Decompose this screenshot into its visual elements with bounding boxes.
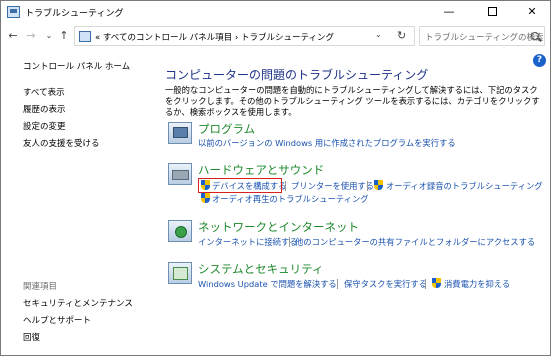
task-audio-playback[interactable]: オーディオ再生のトラブルシューティング <box>212 193 369 205</box>
sidebar-link-change-settings[interactable]: 設定の変更 <box>23 120 66 132</box>
task-windows-update[interactable]: Windows Update で問題を解決する <box>198 278 337 290</box>
globe-icon <box>175 226 187 238</box>
sidebar-link-recovery[interactable]: 回復 <box>23 331 40 343</box>
admin-shield-icon <box>201 193 210 204</box>
sidebar-link-get-help-from-friend[interactable]: 友人の支援を受ける <box>23 137 100 149</box>
separator <box>367 181 368 191</box>
sidebar-link-control-panel-home[interactable]: コントロール パネル ホーム <box>23 60 130 72</box>
separator <box>285 181 286 191</box>
sidebar-link-show-all[interactable]: すべて表示 <box>23 86 65 98</box>
control-panel-icon <box>79 31 91 42</box>
title-bar[interactable]: トラブルシューティング — ✕ <box>1 1 550 23</box>
search-placeholder: トラブルシューティングの検索 <box>425 33 544 43</box>
search-icon[interactable] <box>531 32 539 40</box>
task-use-printer[interactable]: プリンターを使用する <box>291 180 374 192</box>
control-panel-icon <box>7 6 20 18</box>
minimize-button[interactable]: — <box>432 1 466 23</box>
related-heading: 関連項目 <box>23 282 58 292</box>
sidebar-link-help-support[interactable]: ヘルプとサポート <box>23 314 91 326</box>
help-button[interactable]: ? <box>533 54 546 67</box>
page-description: 一般的なコンピューターの問題を自動的にトラブルシューティングして解決するには、下… <box>165 85 540 117</box>
category-system-security[interactable]: システムとセキュリティ <box>198 261 323 277</box>
maximize-button[interactable] <box>475 1 509 23</box>
hardware-sound-icon[interactable] <box>168 163 192 185</box>
address-bar[interactable]: « すべてのコントロール パネル項目 › トラブルシューティング ⌄ ↻ <box>74 26 415 46</box>
forward-button[interactable]: → <box>23 27 39 45</box>
window-title: トラブルシューティング <box>25 9 124 19</box>
separator <box>337 279 338 289</box>
task-audio-recording[interactable]: オーディオ録音のトラブルシューティング <box>386 180 543 192</box>
back-button[interactable]: ← <box>5 27 21 45</box>
system-chart-icon <box>173 267 188 280</box>
sidebar-link-security-maintenance[interactable]: セキュリティとメンテナンス <box>23 297 133 309</box>
separator <box>425 279 426 289</box>
separator <box>289 237 290 247</box>
recent-locations-button[interactable]: ⌄ <box>41 27 57 45</box>
sidebar-link-view-history[interactable]: 履歴の表示 <box>23 103 66 115</box>
breadcrumb[interactable]: « すべてのコントロール パネル項目 › トラブルシューティング <box>95 31 334 43</box>
category-network-internet[interactable]: ネットワークとインターネット <box>198 219 359 235</box>
navigation-bar: ← → ⌄ ↑ « すべてのコントロール パネル項目 › トラブルシューティング… <box>1 23 550 49</box>
programs-icon[interactable] <box>168 122 192 144</box>
admin-shield-icon <box>432 278 441 289</box>
close-button[interactable]: ✕ <box>515 1 549 23</box>
admin-shield-icon <box>374 180 383 191</box>
category-hardware-sound[interactable]: ハードウェアとサウンド <box>198 162 324 178</box>
network-internet-icon[interactable] <box>168 220 192 242</box>
page-title: コンピューターの問題のトラブルシューティング <box>165 68 429 82</box>
address-dropdown-button[interactable]: ⌄ <box>375 30 382 39</box>
refresh-button[interactable]: ↻ <box>397 29 406 42</box>
task-run-maintenance[interactable]: 保守タスクを実行する <box>344 278 427 290</box>
search-input[interactable]: トラブルシューティングの検索 <box>419 26 545 46</box>
maximize-icon <box>487 7 497 16</box>
task-access-shared-files[interactable]: 他のコンピューターの共有ファイルとフォルダーにアクセスする <box>295 236 535 248</box>
task-reduce-power[interactable]: 消費電力を抑える <box>444 278 510 290</box>
task-connect-internet[interactable]: インターネットに接続する <box>198 236 298 248</box>
control-panel-window: トラブルシューティング — ✕ ← → ⌄ ↑ « すべてのコントロール パネル… <box>0 0 551 356</box>
up-button[interactable]: ↑ <box>56 27 72 45</box>
system-security-icon[interactable] <box>168 262 192 284</box>
task-run-older-programs[interactable]: 以前のバージョンの Windows 用に作成されたプログラムを実行する <box>198 137 456 149</box>
category-programs[interactable]: プログラム <box>198 121 255 137</box>
highlight-box <box>198 178 282 193</box>
programs-icon-screen <box>173 127 188 138</box>
hardware-icon-devices <box>172 170 189 180</box>
